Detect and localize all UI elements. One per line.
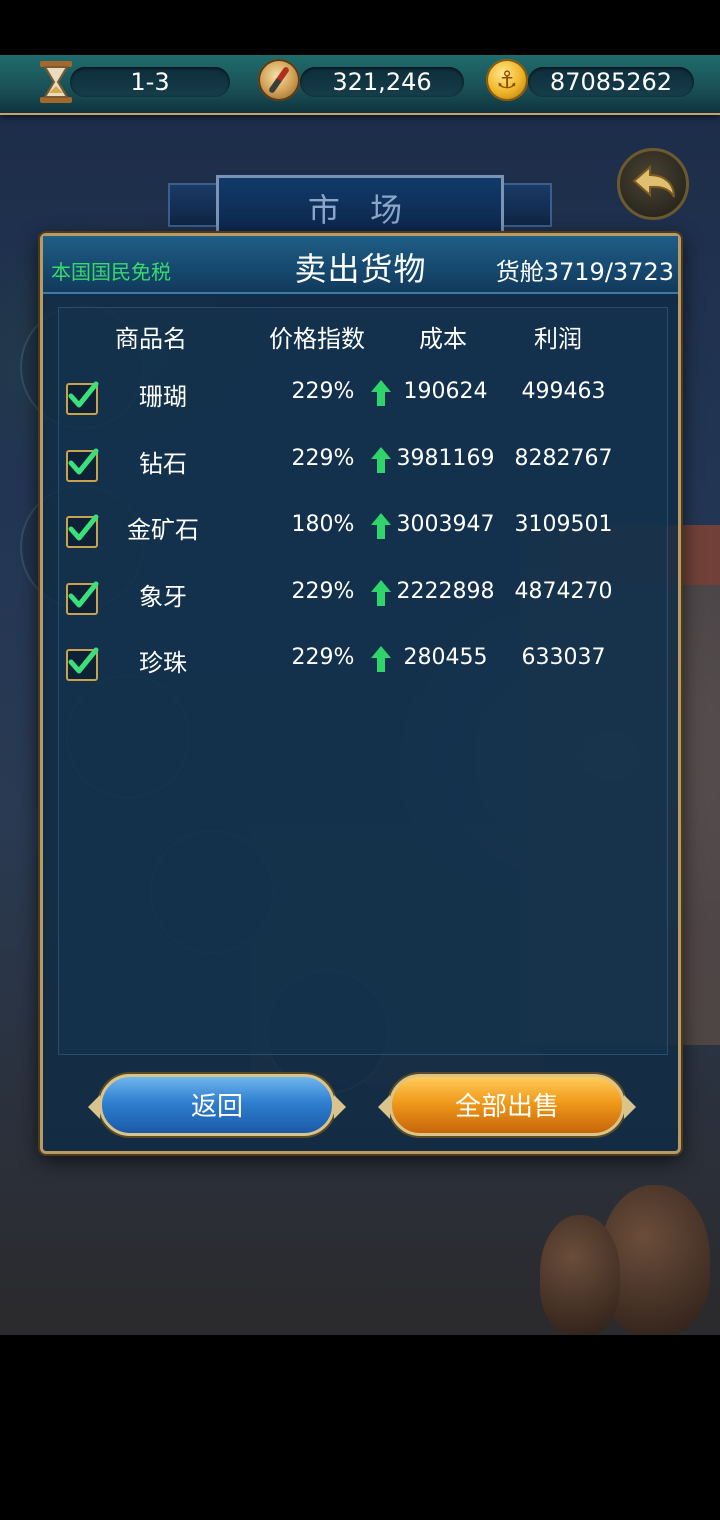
trend-up-icon (371, 446, 391, 473)
back-arrow-icon (632, 164, 675, 198)
back-arrow-button[interactable] (617, 148, 689, 220)
cargo-label: 货舱 (495, 258, 544, 286)
trend-up-icon (371, 646, 391, 672)
goods-name: 钻石 (139, 449, 187, 478)
goods-profit: 8282767 (514, 445, 613, 471)
button-cap-right (334, 1095, 346, 1119)
goods-cost: 2222898 (396, 578, 495, 604)
goods-name: 金矿石 (127, 516, 199, 544)
button-cap-left (88, 1095, 100, 1119)
jar-background (540, 1215, 620, 1335)
goods-row[interactable]: 象牙 229% 2222898 4874270 (43, 567, 678, 633)
goods-profit: 4874270 (514, 578, 613, 604)
goods-profit: 3109501 (514, 512, 613, 537)
goods-cost: 280455 (403, 645, 488, 670)
price-index: 180% (291, 512, 355, 537)
goods-row[interactable]: 珍珠 229% 280455 633037 (43, 633, 678, 699)
price-index: 229% (291, 645, 355, 670)
goods-checkbox[interactable] (66, 381, 99, 415)
goods-name: 珍珠 (139, 649, 187, 677)
goods-checkbox[interactable] (66, 514, 99, 548)
compass-icon (258, 59, 300, 101)
goods-checkbox[interactable] (66, 647, 99, 681)
market-sign-label: 市 场 (216, 175, 504, 241)
goods-row[interactable]: 金矿石 180% 3003947 3109501 (43, 500, 678, 566)
check-icon (68, 647, 99, 674)
trend-up-icon (371, 380, 391, 406)
goods-cost: 190624 (403, 379, 488, 404)
sell-goods-dialog: 本国国民免税 卖出货物 货舱3719/3723 商品名 价格指数 成本 利润 珊… (40, 233, 681, 1154)
price-index: 229% (291, 445, 355, 471)
dialog-header: 本国国民免税 卖出货物 货舱3719/3723 (43, 236, 678, 294)
goods-name: 珊瑚 (139, 383, 187, 411)
level-display: 1-3 (70, 67, 230, 97)
gold-display: 87085262 (528, 67, 694, 97)
back-button[interactable]: 返回 (88, 1074, 346, 1136)
sell-all-button-label: 全部出售 (454, 1092, 559, 1122)
price-index: 229% (291, 379, 355, 404)
column-header-price-index: 价格指数 (269, 325, 365, 353)
fame-display: 321,246 (300, 67, 464, 97)
goods-row[interactable]: 珊瑚 229% 190624 499463 (43, 367, 678, 433)
sell-all-button[interactable]: 全部出售 (378, 1074, 636, 1136)
top-status-bar: 1-3 321,246 ⚓ 87085262 (0, 55, 720, 115)
goods-name: 象牙 (139, 582, 187, 611)
button-cap-left (378, 1095, 390, 1119)
anchor-coin-icon: ⚓ (486, 59, 528, 101)
price-index: 229% (291, 578, 355, 604)
goods-profit: 633037 (521, 645, 606, 670)
column-header-profit: 利润 (534, 325, 582, 353)
check-icon (68, 581, 99, 607)
check-icon (68, 448, 99, 474)
back-button-label: 返回 (190, 1092, 243, 1122)
check-icon (68, 381, 99, 408)
trend-up-icon (371, 513, 391, 539)
goods-cost: 3003947 (396, 512, 495, 537)
check-icon (68, 514, 99, 541)
goods-row[interactable]: 钻石 229% 3981169 8282767 (43, 434, 678, 500)
cargo-value: 3719/3723 (543, 258, 674, 286)
column-header-cost: 成本 (419, 325, 467, 353)
goods-checkbox[interactable] (66, 448, 99, 482)
goods-checkbox[interactable] (66, 581, 99, 615)
column-header-name: 商品名 (115, 325, 187, 353)
goods-cost: 3981169 (396, 445, 495, 471)
trend-up-icon (371, 579, 391, 606)
button-cap-right (624, 1095, 636, 1119)
goods-profit: 499463 (521, 379, 606, 404)
cargo-capacity: 货舱3719/3723 (496, 252, 674, 287)
